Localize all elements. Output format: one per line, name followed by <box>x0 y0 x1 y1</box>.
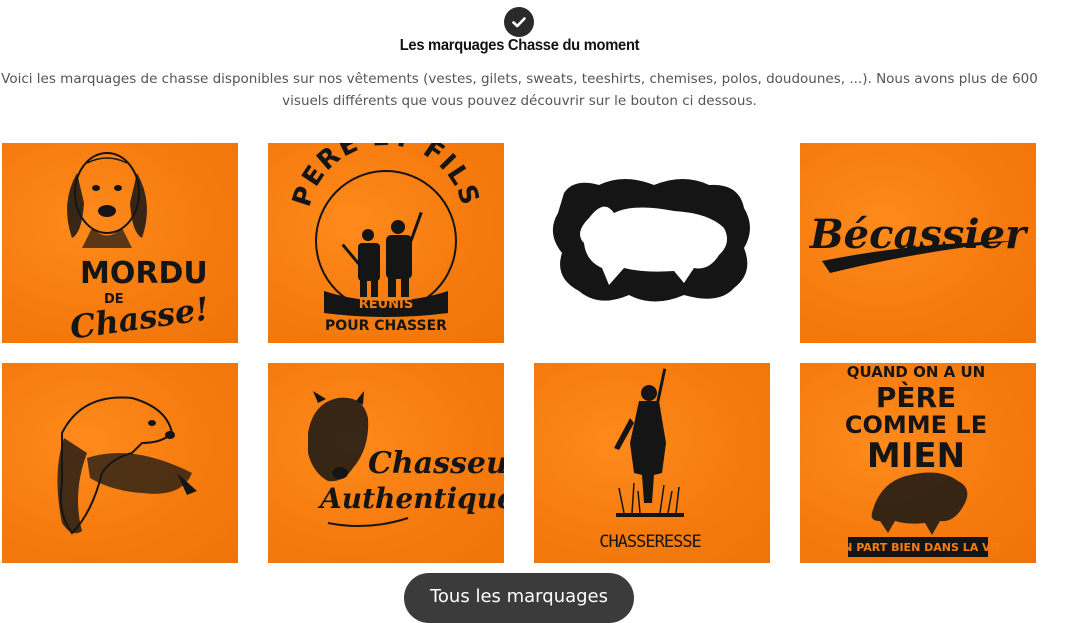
design-text: Chasseur <box>368 446 504 481</box>
design-text: MORDU <box>80 256 208 291</box>
beagle-illustration: MORDU DE Chasse! <box>67 152 212 343</box>
spaniel-illustration <box>57 396 197 535</box>
design-text: COMME LE <box>845 411 987 439</box>
design-text: PÈRE <box>876 380 956 414</box>
section-description: Voici les marquages de chasse disponible… <box>1 71 1038 109</box>
design-text: ON PART BIEN DANS LA VIE <box>834 541 1002 554</box>
design-tile-chasseur-authentique[interactable]: Chasseur Authentique <box>268 363 504 563</box>
section-title: Les marquages Chasse du moment <box>399 37 640 54</box>
design-tile-quand-on-a-un-pere[interactable]: QUAND ON A UN PÈRE COMME LE MIEN ON PART… <box>800 363 1036 563</box>
design-tile-mordu-de-chasse[interactable]: MORDU DE Chasse! <box>2 143 238 343</box>
design-text: MIEN <box>867 436 965 476</box>
quand-on-a-un-pere-illustration: QUAND ON A UN PÈRE COMME LE MIEN ON PART… <box>834 363 1002 557</box>
boar-silhouette-illustration <box>552 179 750 302</box>
design-text: REUNIS <box>359 297 414 312</box>
design-tile-chasseresse[interactable]: CHASSERESSE <box>534 363 770 563</box>
pere-et-fils-illustration: PERE ET FILS REUNIS POUR CHASSER <box>287 143 485 334</box>
check-circle-icon <box>504 7 534 37</box>
design-text: POUR CHASSER <box>325 318 447 334</box>
design-tile-running-boar-silhouette[interactable] <box>534 143 770 343</box>
chasseur-authentique-illustration: Chasseur Authentique <box>308 391 504 528</box>
chasseresse-illustration: CHASSERESSE <box>599 368 703 552</box>
design-text: PERE ET FILS <box>287 143 485 210</box>
design-tile-becassier[interactable]: Bécassier <box>800 143 1036 343</box>
design-text: QUAND ON A UN <box>847 363 985 381</box>
all-designs-button[interactable]: Tous les marquages <box>404 573 634 623</box>
becassier-illustration: Bécassier <box>809 211 1029 273</box>
design-tile-pere-et-fils[interactable]: PERE ET FILS REUNIS POUR CHASSER <box>268 143 504 343</box>
design-text: Authentique <box>317 482 504 515</box>
design-tile-spaniel-with-bird[interactable] <box>2 363 238 563</box>
design-text: Chasse! <box>68 290 212 343</box>
design-text: CHASSERESSE <box>599 532 701 552</box>
